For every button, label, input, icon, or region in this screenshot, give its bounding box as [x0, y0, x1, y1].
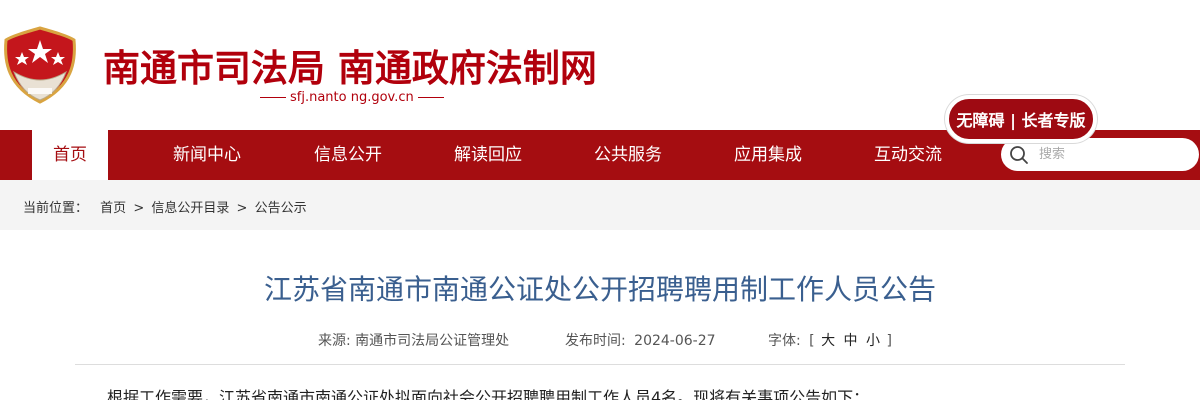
- source-label: 来源:: [318, 333, 351, 349]
- accessibility-elder-mode-button[interactable]: 无障碍 | 长者专版: [945, 95, 1097, 143]
- site-domain: sfj.nanto ng.gov.cn: [256, 90, 448, 105]
- font-size-small[interactable]: 小: [866, 333, 880, 349]
- breadcrumb: 当前位置： 首页 > 信息公开目录 > 公告公示: [23, 197, 307, 216]
- breadcrumb-separator: >: [236, 201, 248, 216]
- nav-item-news[interactable]: 新闻中心: [173, 130, 241, 180]
- breadcrumb-item-home[interactable]: 首页: [100, 201, 126, 216]
- nav-item-interpretation[interactable]: 解读回应: [454, 130, 522, 180]
- search-icon[interactable]: [1009, 145, 1029, 165]
- article-meta: 来源: 南通市司法局公证管理处 发布时间: 2024-06-27 字体: [ 大…: [0, 330, 1200, 350]
- article-divider: [75, 364, 1125, 365]
- domain-rule-right: [417, 97, 444, 98]
- font-size-bracket-close: ]: [886, 333, 892, 349]
- article-date: 发布时间: 2024-06-27: [565, 330, 716, 350]
- font-size-bracket-open: [: [809, 333, 815, 349]
- nav-item-interaction[interactable]: 互动交流: [874, 130, 942, 180]
- court-emblem-icon: [4, 26, 76, 104]
- breadcrumb-item-notices[interactable]: 公告公示: [255, 201, 307, 216]
- font-size-medium[interactable]: 中: [844, 333, 858, 349]
- nav-item-info-disclosure[interactable]: 信息公开: [314, 130, 382, 180]
- nav-item-home[interactable]: 首页: [32, 130, 108, 180]
- article-title: 江苏省南通市南通公证处公开招聘聘用制工作人员公告: [263, 273, 936, 306]
- article-first-paragraph: 根据工作需要，江苏省南通市南通公证处拟面向社会公开招聘聘用制工作人员4名。现将有…: [107, 388, 870, 400]
- font-size-large[interactable]: 大: [821, 333, 835, 349]
- date-value: 2024-06-27: [634, 333, 716, 349]
- font-size-switcher: 字体: [ 大 中 小 ]: [768, 330, 892, 350]
- breadcrumb-prefix: 当前位置：: [23, 201, 89, 216]
- search-input[interactable]: [1039, 144, 1189, 165]
- breadcrumb-item-info-catalog[interactable]: 信息公开目录: [151, 201, 229, 216]
- domain-text: sfj.nanto ng.gov.cn: [290, 90, 414, 105]
- site-title: 南通市司法局 南通政府法制网: [103, 47, 597, 90]
- font-size-label: 字体:: [768, 333, 801, 349]
- source-value: 南通市司法局公证管理处: [355, 333, 510, 349]
- article-source: 来源: 南通市司法局公证管理处: [318, 330, 509, 350]
- nav-item-public-service[interactable]: 公共服务: [594, 130, 662, 180]
- domain-rule-left: [260, 97, 286, 98]
- nav-item-app-integration[interactable]: 应用集成: [734, 130, 802, 180]
- breadcrumb-separator: >: [133, 201, 145, 216]
- breadcrumb-bar: 当前位置： 首页 > 信息公开目录 > 公告公示: [0, 180, 1200, 230]
- date-label: 发布时间:: [565, 333, 626, 349]
